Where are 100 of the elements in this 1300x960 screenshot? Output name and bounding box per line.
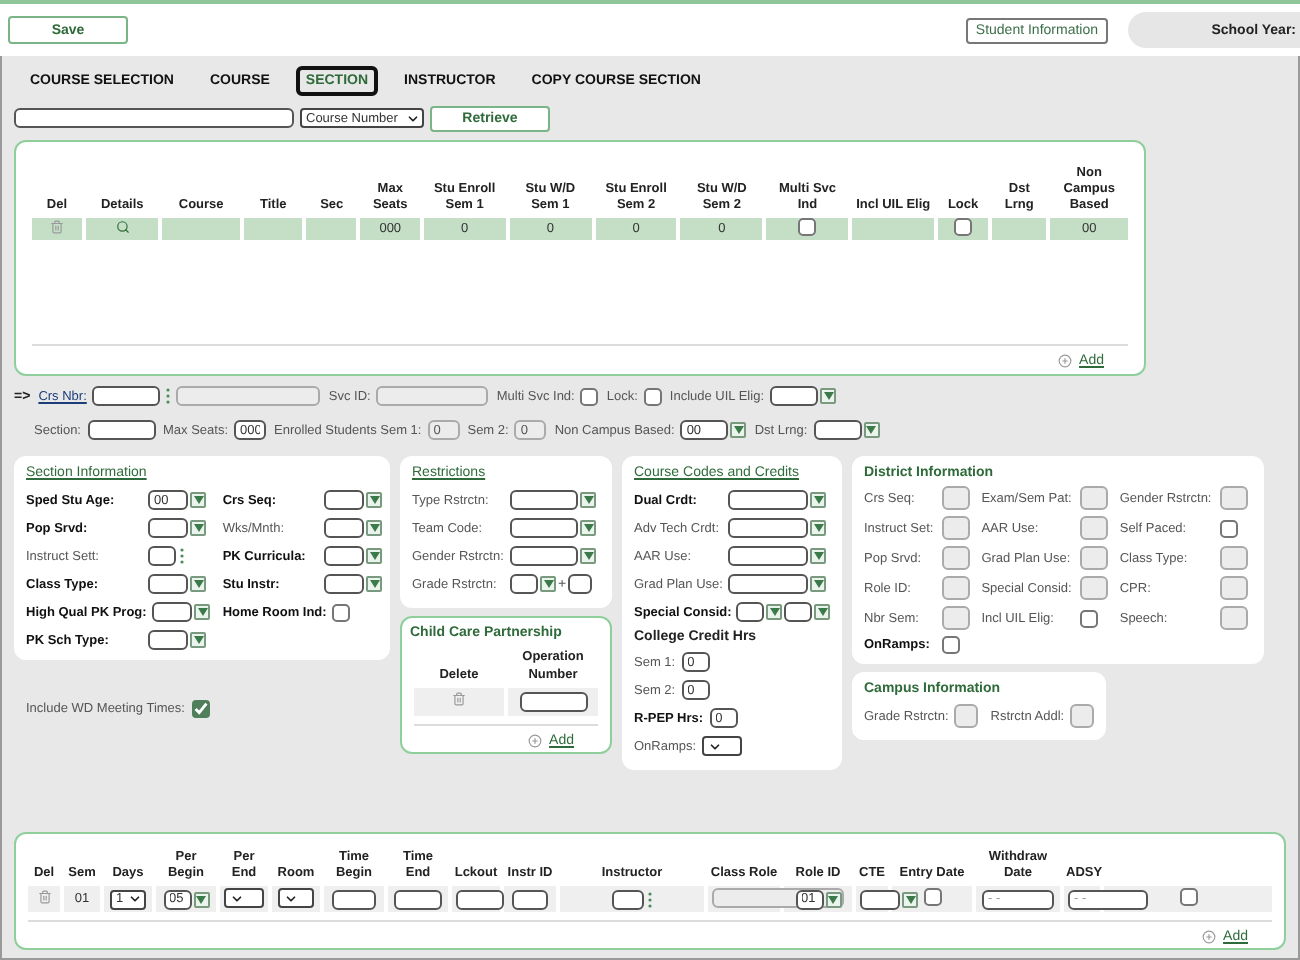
dropdown-button[interactable]: [366, 520, 383, 537]
select-field[interactable]: [702, 736, 743, 757]
input-field[interactable]: [770, 386, 818, 407]
input-field[interactable]: [728, 546, 808, 567]
dropdown-button[interactable]: [190, 520, 206, 537]
input-field[interactable]: [152, 602, 193, 623]
dropdown-button[interactable]: [580, 492, 596, 509]
dropdown-button[interactable]: [580, 520, 596, 537]
readonly-field: [1079, 546, 1108, 571]
checkbox[interactable]: [954, 218, 973, 237]
input-field[interactable]: [148, 574, 188, 595]
input-field[interactable]: [813, 420, 862, 441]
readonly-field: [941, 546, 970, 571]
checkbox[interactable]: [332, 603, 351, 622]
dropdown-button[interactable]: [810, 492, 826, 509]
checkbox[interactable]: [941, 636, 960, 655]
dropdown-button[interactable]: [863, 422, 880, 439]
readonly-field: [941, 606, 970, 631]
dropdown-button[interactable]: [580, 548, 596, 565]
dropdown-button[interactable]: [193, 891, 209, 907]
caret-icon: [817, 608, 827, 617]
dropdown-button[interactable]: [540, 576, 556, 593]
dropdown-button[interactable]: [366, 576, 383, 593]
search-field[interactable]: [14, 108, 294, 128]
dropdown-button[interactable]: [810, 548, 826, 565]
readonly-field: [1079, 486, 1108, 511]
input-field[interactable]: [92, 386, 161, 407]
caret-icon: [193, 636, 203, 645]
dropdown-button[interactable]: [820, 388, 836, 405]
input-field[interactable]: [148, 630, 188, 651]
caret-icon: [543, 580, 553, 589]
input-field[interactable]: [612, 889, 644, 909]
caret-icon: [369, 524, 380, 533]
chevron-icon: [284, 891, 298, 906]
input-field[interactable]: [324, 490, 365, 511]
add-icon[interactable]: [1057, 354, 1072, 369]
input-field[interactable]: [148, 546, 176, 567]
chevron-icon: [708, 739, 723, 754]
caret-icon: [813, 496, 823, 505]
table-cell: [852, 218, 935, 241]
dropdown-button[interactable]: [810, 576, 827, 593]
input-field[interactable]: [510, 574, 538, 595]
input-field[interactable]: [510, 546, 578, 567]
checkbox[interactable]: [1079, 609, 1098, 628]
input-field[interactable]: [510, 518, 578, 539]
input-field[interactable]: [568, 574, 593, 595]
readonly-field: [954, 704, 979, 729]
checkbox[interactable]: [1219, 519, 1238, 538]
input-field[interactable]: [332, 889, 376, 909]
input-field[interactable]: [512, 889, 548, 909]
input-field[interactable]: [728, 518, 808, 539]
checkbox[interactable]: [798, 218, 817, 237]
dropdown-button[interactable]: [194, 604, 211, 621]
readonly-field: [1070, 704, 1095, 729]
input-field[interactable]: [784, 602, 812, 623]
caret-icon: [193, 580, 203, 589]
input-field[interactable]: [324, 574, 365, 595]
caret-icon: [866, 426, 877, 435]
caret-icon: [813, 524, 823, 533]
caret-icon: [583, 496, 593, 505]
input-field[interactable]: [148, 518, 188, 539]
add-icon[interactable]: [527, 733, 542, 748]
input-field[interactable]: [324, 546, 365, 567]
checkbox[interactable]: [1179, 888, 1197, 906]
dropdown-button[interactable]: [190, 632, 206, 649]
input-field[interactable]: [510, 490, 578, 511]
dropdown-button[interactable]: [366, 492, 383, 509]
add-icon[interactable]: [1201, 930, 1216, 944]
caret-icon: [369, 580, 380, 589]
checkbox[interactable]: [923, 888, 941, 906]
input-field[interactable]: [728, 574, 809, 595]
dropdown-button[interactable]: [190, 576, 206, 593]
readonly-field: [1079, 516, 1108, 541]
input-field[interactable]: [728, 490, 808, 511]
dropdown-button[interactable]: [190, 492, 206, 509]
dropdown-button[interactable]: [814, 604, 830, 621]
input-field[interactable]: [860, 889, 900, 909]
dropdown-button[interactable]: [810, 520, 826, 537]
caret-icon: [583, 552, 593, 561]
input-field[interactable]: [394, 889, 442, 909]
caret-icon: [583, 524, 593, 533]
readonly-field: [941, 576, 970, 601]
caret-icon: [369, 552, 380, 561]
checkbox[interactable]: [580, 387, 599, 406]
dropdown-button[interactable]: [366, 548, 383, 565]
search-icon[interactable]: [115, 220, 130, 235]
table-cell: [162, 218, 240, 241]
dropdown-button[interactable]: [730, 422, 747, 439]
caret-icon: [828, 895, 838, 903]
input-field[interactable]: [324, 518, 365, 539]
input-field[interactable]: [736, 602, 764, 623]
checkbox[interactable]: [643, 387, 662, 406]
readonly-field: [1219, 576, 1248, 601]
dropdown-button[interactable]: [766, 604, 782, 621]
caret-icon: [193, 496, 203, 505]
checkbox[interactable]: [192, 700, 211, 719]
select-field[interactable]: [278, 888, 314, 909]
caret-icon: [769, 608, 779, 617]
input-field[interactable]: [87, 420, 155, 441]
input-field[interactable]: [519, 691, 587, 712]
